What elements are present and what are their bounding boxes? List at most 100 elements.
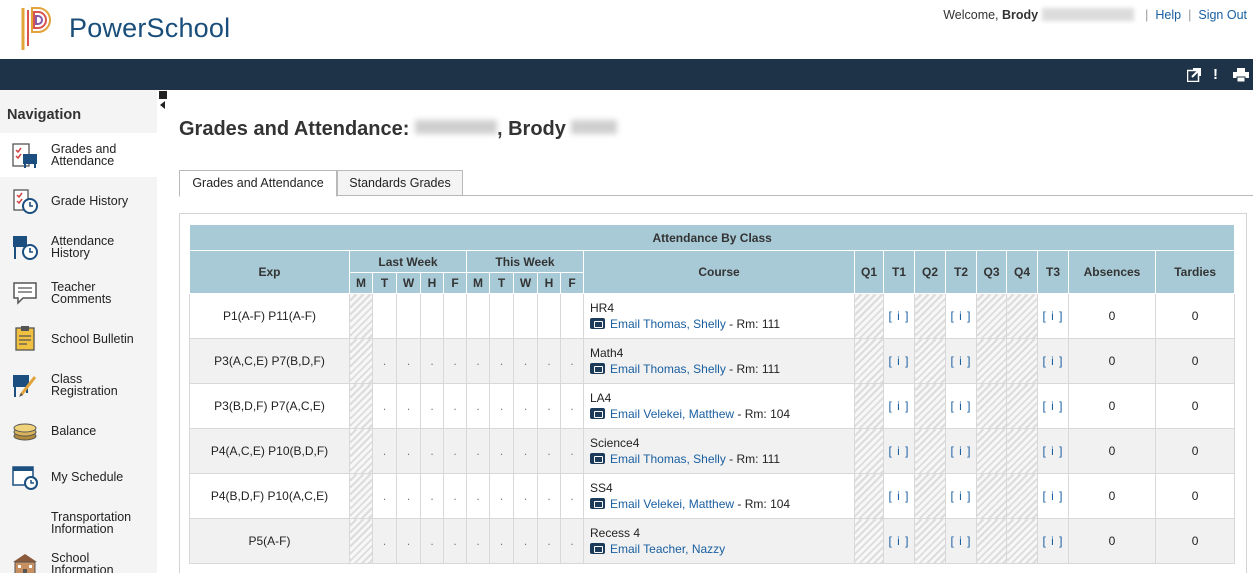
grade-link[interactable]: [ i ] bbox=[888, 534, 909, 548]
help-link[interactable]: Help bbox=[1155, 8, 1181, 22]
course-name: Recess 4 bbox=[590, 526, 641, 540]
email-teacher-link[interactable]: Email Thomas, Shelly bbox=[610, 362, 726, 376]
redacted-last-name bbox=[414, 120, 497, 134]
tab-grades-and-attendance[interactable]: Grades and Attendance bbox=[179, 170, 337, 197]
nav-item-balance[interactable]: Balance bbox=[0, 409, 157, 453]
email-icon[interactable] bbox=[590, 543, 605, 554]
tardies-cell[interactable]: 0 bbox=[1154, 383, 1236, 429]
nav-label: Transportation Information bbox=[51, 510, 132, 536]
attendance-day-cell bbox=[420, 293, 444, 339]
grade-link[interactable]: [ i ] bbox=[950, 534, 971, 548]
grade-link[interactable]: [ i ] bbox=[1042, 399, 1063, 413]
grade-link[interactable]: [ i ] bbox=[888, 444, 909, 458]
attendance-day-cell: . bbox=[466, 473, 490, 519]
email-icon[interactable] bbox=[590, 453, 605, 464]
attendance-day-cell: . bbox=[513, 428, 538, 474]
alert-icon[interactable]: ! bbox=[1213, 66, 1219, 83]
absences-cell[interactable]: 0 bbox=[1068, 383, 1156, 429]
tardies-cell[interactable]: 0 bbox=[1154, 428, 1236, 474]
attendance-day-cell: . bbox=[537, 518, 561, 564]
email-teacher-link[interactable]: Email Velekei, Matthew bbox=[610, 407, 734, 421]
room-number: 111 bbox=[761, 362, 781, 376]
attendance-day-cell: . bbox=[420, 383, 444, 429]
tab-standards-grades[interactable]: Standards Grades bbox=[337, 170, 463, 196]
nav-item-transportation-information[interactable]: Transportation Information bbox=[0, 501, 157, 545]
grade-link[interactable]: [ i ] bbox=[950, 354, 971, 368]
email-teacher-link[interactable]: Email Thomas, Shelly bbox=[610, 452, 726, 466]
col-last-week: Last Week bbox=[349, 250, 467, 273]
sign-out-link[interactable]: Sign Out bbox=[1198, 8, 1247, 22]
powerschool-logo-icon[interactable] bbox=[20, 6, 54, 52]
attendance-day-cell: . bbox=[537, 428, 561, 474]
nav-item-attendance-history[interactable]: Attendance History bbox=[0, 225, 157, 269]
course-cell: HR4 Email Thomas, Shelly - Rm: 111 bbox=[583, 293, 855, 339]
grade-link[interactable]: [ i ] bbox=[950, 444, 971, 458]
collapse-navigation-toggle[interactable] bbox=[159, 91, 167, 113]
table-row: P4(A,C,E) P10(B,D,F)......... Science4 Ema… bbox=[189, 428, 1236, 474]
email-icon[interactable] bbox=[590, 498, 605, 509]
day-header: H bbox=[537, 272, 561, 294]
grade-link[interactable]: [ i ] bbox=[1042, 444, 1063, 458]
col-t1: T1 bbox=[883, 250, 915, 294]
grade-link[interactable]: [ i ] bbox=[888, 354, 909, 368]
navigation-title: Navigation bbox=[7, 107, 82, 123]
grade-link[interactable]: [ i ] bbox=[1042, 309, 1063, 323]
attendance-mark: . bbox=[499, 444, 504, 458]
email-teacher-link[interactable]: Email Teacher, Nazzy bbox=[610, 542, 725, 556]
email-teacher-link[interactable]: Email Thomas, Shelly bbox=[610, 317, 726, 331]
grade-link[interactable]: [ i ] bbox=[888, 399, 909, 413]
grade-cell: [ i ] bbox=[1037, 473, 1069, 519]
email-icon[interactable] bbox=[590, 363, 605, 374]
grade-link[interactable]: [ i ] bbox=[1042, 534, 1063, 548]
tardies-cell[interactable]: 0 bbox=[1154, 338, 1236, 384]
collapse-up-icon[interactable] bbox=[159, 91, 167, 99]
attendance-mark: . bbox=[476, 489, 480, 503]
attendance-mark: . bbox=[570, 534, 574, 548]
teacher-email: Email Thomas, Shelly - Rm: 111 bbox=[590, 316, 854, 332]
nav-item-school-information[interactable]: School Information bbox=[0, 542, 157, 573]
col-q4: Q4 bbox=[1006, 250, 1038, 294]
nav-item-my-schedule[interactable]: My Schedule bbox=[0, 455, 157, 499]
attendance-day-cell: . bbox=[396, 428, 421, 474]
grade-link[interactable]: [ i ] bbox=[888, 489, 909, 503]
nav-item-grade-history[interactable]: Grade History bbox=[0, 179, 157, 223]
tardies-cell[interactable]: 0 bbox=[1154, 293, 1236, 339]
print-icon[interactable] bbox=[1233, 68, 1249, 82]
grade-link[interactable]: [ i ] bbox=[950, 489, 971, 503]
email-icon[interactable] bbox=[590, 318, 605, 329]
attendance-day-cell: . bbox=[396, 338, 421, 384]
tardies-cell[interactable]: 0 bbox=[1154, 518, 1236, 564]
external-link-icon[interactable] bbox=[1187, 68, 1201, 82]
course-cell: Recess 4 Email Teacher, Nazzy bbox=[583, 518, 855, 564]
collapse-left-icon[interactable] bbox=[160, 101, 165, 109]
nav-item-school-bulletin[interactable]: School Bulletin bbox=[0, 317, 157, 361]
brand-name[interactable]: PowerSchool bbox=[69, 13, 230, 44]
tardies-cell[interactable]: 0 bbox=[1154, 473, 1236, 519]
absences-cell[interactable]: 0 bbox=[1068, 518, 1156, 564]
nav-item-grades-and-attendance[interactable]: Grades and Attendance bbox=[0, 133, 157, 177]
grade-link[interactable]: [ i ] bbox=[950, 399, 971, 413]
grade-link[interactable]: [ i ] bbox=[950, 309, 971, 323]
email-teacher-link[interactable]: Email Velekei, Matthew bbox=[610, 497, 734, 511]
attendance-mark: . bbox=[476, 399, 480, 413]
nav-item-teacher-comments[interactable]: Teacher Comments bbox=[0, 271, 157, 315]
absences-cell[interactable]: 0 bbox=[1068, 293, 1156, 339]
day-header: W bbox=[513, 272, 538, 294]
absences-cell[interactable]: 0 bbox=[1068, 338, 1156, 384]
grade-link[interactable]: [ i ] bbox=[888, 309, 909, 323]
attendance-day-cell: . bbox=[466, 518, 490, 564]
exp-cell: P3(B,D,F) P7(A,C,E) bbox=[189, 383, 350, 429]
grade-cell: [ i ] bbox=[945, 518, 977, 564]
attendance-day-cell: . bbox=[443, 383, 467, 429]
grade-link[interactable]: [ i ] bbox=[1042, 489, 1063, 503]
absences-cell[interactable]: 0 bbox=[1068, 473, 1156, 519]
nav-item-class-registration[interactable]: Class Registration bbox=[0, 363, 157, 407]
email-icon[interactable] bbox=[590, 408, 605, 419]
attendance-mark: . bbox=[523, 534, 528, 548]
course-name: SS4 bbox=[590, 481, 613, 495]
grade-cell: [ i ] bbox=[1037, 338, 1069, 384]
teacher-name: Thomas, Shelly bbox=[643, 317, 726, 331]
grade-link[interactable]: [ i ] bbox=[1042, 354, 1063, 368]
absences-cell[interactable]: 0 bbox=[1068, 428, 1156, 474]
attendance-day-cell bbox=[349, 383, 373, 429]
